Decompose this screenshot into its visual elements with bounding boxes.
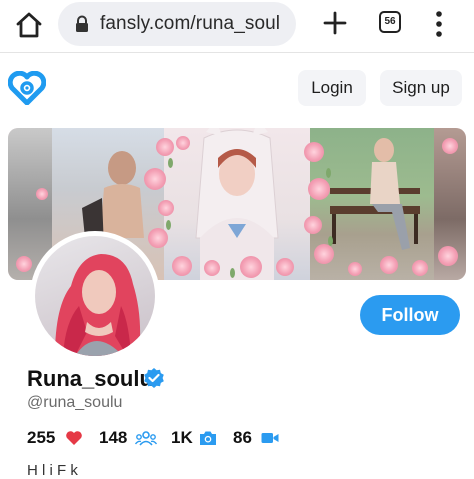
video-icon <box>261 433 279 443</box>
followers-icon <box>135 431 157 446</box>
videos-count: 86 <box>233 428 252 447</box>
banner-flower <box>308 178 330 200</box>
more-vert-icon[interactable] <box>434 10 444 38</box>
banner-leaf <box>166 220 171 230</box>
banner-flower <box>16 256 32 272</box>
banner-flower <box>204 260 220 276</box>
banner-flower <box>380 256 398 274</box>
banner-flower <box>172 256 192 276</box>
banner-flower <box>158 200 174 216</box>
banner-flower <box>438 246 458 266</box>
banner-flower <box>36 188 48 200</box>
followers-count: 148 <box>99 428 128 447</box>
fansly-logo-icon[interactable] <box>8 71 46 105</box>
banner-flower <box>304 142 324 162</box>
banner-flower <box>240 256 262 278</box>
browser-toolbar: fansly.com/runa_soul 56 <box>0 0 474 52</box>
banner-flower <box>144 168 166 190</box>
camera-icon <box>200 431 216 445</box>
signup-button[interactable]: Sign up <box>380 70 462 106</box>
banner-flower <box>348 262 362 276</box>
heart-icon <box>66 431 82 445</box>
banner-flower <box>156 138 174 156</box>
lock-icon[interactable] <box>74 15 90 33</box>
banner-flower <box>314 244 334 264</box>
toolbar-divider <box>0 52 474 53</box>
photos-count: 1K <box>171 428 193 447</box>
plus-icon[interactable] <box>322 10 348 36</box>
banner-flower <box>442 138 458 154</box>
home-icon[interactable] <box>14 10 44 40</box>
login-button[interactable]: Login <box>298 70 366 106</box>
avatar-photo <box>35 236 155 356</box>
verified-badge-icon <box>144 368 164 388</box>
likes-count: 255 <box>27 428 56 447</box>
banner-flower <box>176 136 190 150</box>
banner-flower <box>276 258 294 276</box>
address-bar[interactable]: fansly.com/runa_soul <box>58 2 296 46</box>
banner-leaf <box>230 268 235 278</box>
banner-leaf <box>168 158 173 168</box>
banner-flower <box>304 216 322 234</box>
banner-flower <box>148 228 168 248</box>
avatar[interactable] <box>30 231 160 361</box>
tab-switcher-button[interactable]: 56 <box>379 11 401 33</box>
banner-flower <box>412 260 428 276</box>
bio-text: H l i F k <box>27 462 78 479</box>
user-handle: @runa_soulu <box>27 394 123 411</box>
banner-leaf <box>326 168 331 178</box>
follow-button[interactable]: Follow <box>360 295 460 335</box>
banner-leaf <box>328 236 333 246</box>
url-text[interactable]: fansly.com/runa_soul <box>100 13 280 35</box>
display-name: Runa_soulu <box>27 366 153 391</box>
